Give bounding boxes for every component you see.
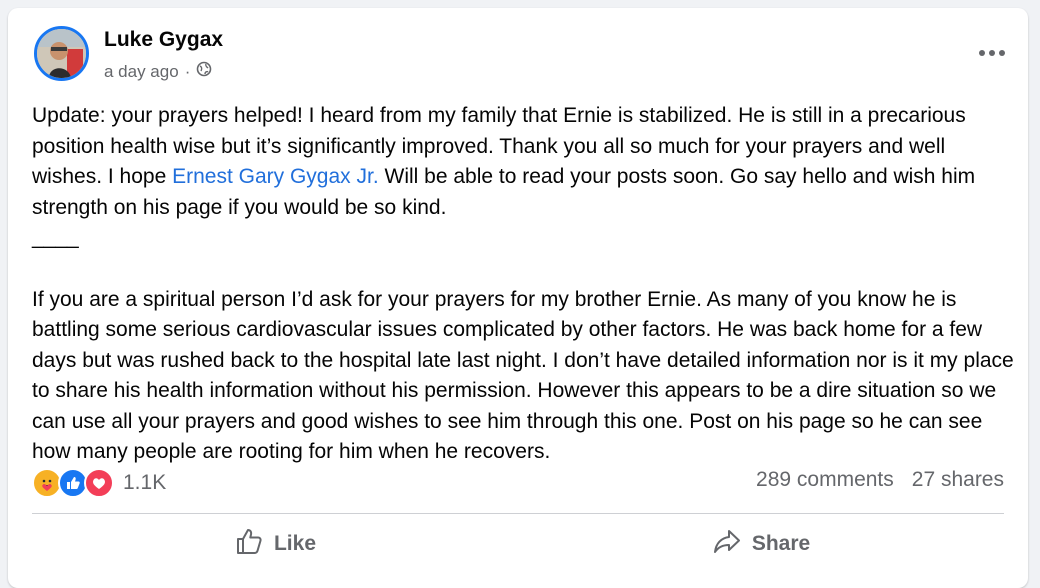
comments-count[interactable]: 289 comments [756,468,894,492]
engagement-counts: 289 comments 27 shares [756,468,1004,492]
post-body: Update: your prayers helped! I heard fro… [32,101,1017,468]
share-button[interactable]: Share [518,522,1004,566]
post-header: Luke Gygax a day ago · [32,26,1012,86]
action-divider [32,513,1004,514]
post-time[interactable]: a day ago [104,62,179,82]
globe-icon [196,61,212,82]
post-card: Luke Gygax a day ago · Update: your pray… [8,8,1028,588]
like-button[interactable]: Like [32,522,518,566]
post-actions: Like Share [32,522,1004,566]
more-options-icon[interactable] [972,38,1012,68]
post-meta: a day ago · [104,61,212,82]
post-stats: 1.1K 289 comments 27 shares [32,468,1004,498]
author-name[interactable]: Luke Gygax [104,28,223,52]
author-avatar[interactable] [34,26,89,81]
post-update-text: Update: your prayers helped! I heard fro… [32,104,976,219]
reaction-count[interactable]: 1.1K [123,471,166,495]
love-reaction-icon [84,468,114,498]
thumbs-up-icon [234,526,264,562]
meta-separator: · [184,61,191,81]
share-label: Share [751,532,811,555]
text-separator: ____ [32,226,79,249]
share-arrow-icon [712,526,742,562]
post-original-text: If you are a spiritual person I’d ask fo… [32,287,1014,464]
shares-count[interactable]: 27 shares [912,468,1004,492]
tagged-profile-link[interactable]: Ernest Gary Gygax Jr. [172,165,379,188]
like-label: Like [273,532,317,555]
reactions-summary[interactable]: 1.1K [32,468,166,498]
